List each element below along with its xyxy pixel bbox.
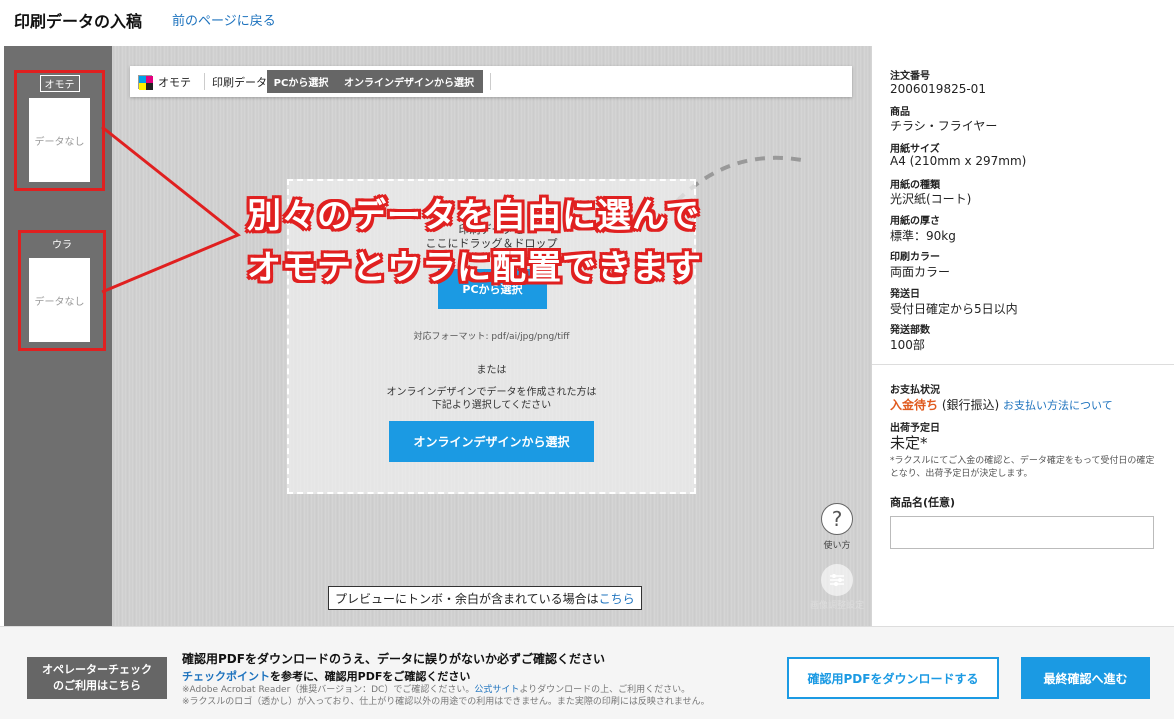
order-details-panel: 注文番号 2006019825-01 商品 チラシ・フライヤー 用紙サイズ A4…	[872, 46, 1174, 626]
payment-method-link[interactable]: お支払い方法について	[1003, 399, 1113, 412]
print-color-value: 両面カラー	[890, 265, 951, 279]
payment-status-label: お支払状況	[890, 385, 940, 396]
payment-status-row: 入金待ち (銀行振込) お支払い方法について	[890, 396, 1113, 413]
bottom-action-bar: オペレーターチェックのご利用はこちら 確認用PDFをダウンロードのうえ、データに…	[0, 626, 1174, 719]
confirm-title: 確認用PDFをダウンロードのうえ、データに誤りがないか必ずご確認ください	[182, 652, 605, 666]
ship-date-value: 受付日確定から5日以内	[890, 302, 1018, 316]
quantity-value: 100部	[890, 338, 925, 352]
annotation-line-1: 別々のデータを自由に選んで	[247, 196, 701, 236]
paper-type-value: 光沢紙(コート)	[890, 192, 972, 206]
order-number-value: 2006019825-01	[890, 82, 986, 96]
payment-status-value: 入金待ち	[890, 398, 939, 412]
annotation-line-2: オモテとウラに配置できます	[247, 248, 702, 288]
quantity-label: 発送部数	[890, 325, 930, 336]
planned-ship-note: *ラクスルにてご入金の確認と、データ確定をもって受付日の確定となり、出荷予定日が…	[890, 456, 1155, 479]
paper-size-label: 用紙サイズ	[890, 144, 940, 155]
operator-check-button[interactable]: オペレーターチェックのご利用はこちら	[27, 657, 167, 699]
paper-size-value: A4 (210mm x 297mm)	[890, 154, 1027, 168]
planned-ship-value: 未定*	[890, 434, 928, 452]
product-name-input[interactable]	[890, 516, 1154, 549]
order-number-label: 注文番号	[890, 71, 930, 82]
payment-method: (銀行振込)	[941, 398, 1000, 412]
paper-thickness-value: 標準：90kg	[890, 229, 956, 243]
product-value: チラシ・フライヤー	[890, 119, 998, 133]
ship-date-label: 発送日	[890, 289, 920, 300]
final-confirm-button[interactable]: 最終確認へ進む	[1021, 657, 1150, 699]
product-name-label: 商品名(任意)	[890, 496, 956, 509]
paper-type-label: 用紙の種類	[890, 180, 940, 191]
paper-thickness-label: 用紙の厚さ	[890, 216, 940, 227]
product-label: 商品	[890, 107, 910, 118]
print-color-label: 印刷カラー	[890, 252, 940, 263]
download-pdf-button[interactable]: 確認用PDFをダウンロードする	[787, 657, 999, 699]
watermark-note: ※ラクスルのロゴ（透かし）が入っており、仕上がり確認以外の用途での利用はできませ…	[182, 697, 710, 707]
panel-divider	[872, 364, 1174, 365]
